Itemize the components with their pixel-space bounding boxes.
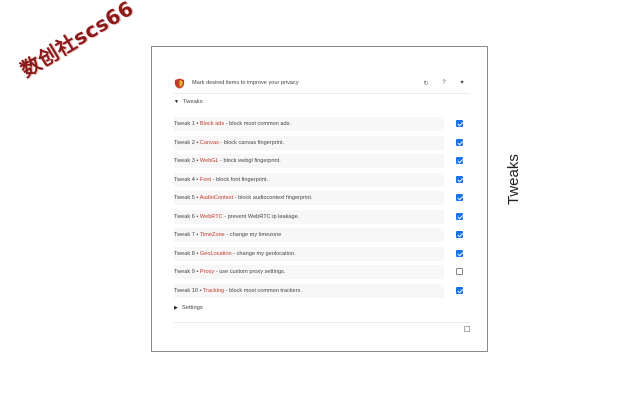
tweak-feature-link[interactable]: Block ads [200, 121, 224, 127]
tweak-checkbox[interactable] [456, 286, 463, 294]
tweak-description: - use custom proxy settings. [214, 269, 286, 276]
tweak-description: - change my timezone [224, 232, 282, 239]
tweak-prefix: Tweak 2 • [174, 139, 200, 146]
tweak-prefix: Tweak 6 • [174, 213, 200, 220]
tweak-prefix: Tweak 5 • [174, 195, 200, 202]
tweak-text: Tweak 5 • AudioContext - block audiocont… [174, 195, 312, 201]
popup-header: Mark desired items to improve your priva… [174, 73, 470, 94]
tweak-row: Tweak 2 • Canvas - block canvas fingerpr… [174, 134, 470, 153]
tweak-checkbox[interactable] [456, 157, 463, 164]
tweak-description: - block font fingerprint. [211, 176, 269, 183]
tweak-text: Tweak 7 • TimeZone - change my timezone [174, 232, 281, 238]
tweak-feature-link[interactable]: AudioContext [200, 195, 234, 201]
tweak-feature-link[interactable]: GeoLocation [200, 251, 232, 257]
tweak-row: Tweak 1 • Block ads - block most common … [174, 115, 470, 134]
tweak-description: - change my geolocation. [231, 250, 296, 257]
tweak-prefix: Tweak 7 • [174, 232, 200, 239]
chevron-right-icon: ▶ [174, 305, 178, 311]
tweak-checkbox[interactable] [456, 175, 463, 183]
tweak-description: - block canvas fingerprint. [218, 139, 285, 146]
tweak-description: - block webgl fingerprint. [218, 158, 281, 165]
shield-logo-icon [174, 77, 185, 89]
tweak-checkbox[interactable] [456, 120, 463, 127]
tweak-description: - prevent WebRTC ip leakage. [222, 213, 300, 220]
tweak-description: - block most common trackers. [224, 287, 302, 294]
header-text: Mark desired items to improve your priva… [192, 80, 299, 86]
tweak-prefix: Tweak 3 • [174, 158, 200, 165]
tweak-text: Tweak 9 • Proxy - use custom proxy setti… [174, 269, 285, 275]
watermark: 数创社scs66 [16, 0, 138, 83]
tweak-prefix: Tweak 9 • [174, 269, 200, 276]
footer-divider [174, 322, 470, 323]
tweak-checkbox[interactable] [456, 231, 463, 238]
extension-popup: Mark desired items to improve your priva… [151, 46, 488, 352]
tweak-row: Tweak 5 • AudioContext - block audiocont… [174, 189, 470, 208]
tweak-feature-link[interactable]: TimeZone [200, 232, 225, 238]
tweak-row: Tweak 9 • Proxy - use custom proxy setti… [174, 263, 470, 282]
tweak-checkbox[interactable] [456, 268, 463, 275]
tweak-checkbox[interactable] [456, 212, 463, 220]
tweak-text: Tweak 10 • Tracking - block most common … [174, 288, 302, 294]
tweak-list: Tweak 1 • Block ads - block most common … [174, 115, 470, 300]
tweak-prefix: Tweak 4 • [174, 176, 200, 183]
tweak-feature-link[interactable]: WebRTC [200, 214, 223, 220]
tweak-prefix: Tweak 1 • [174, 121, 200, 128]
tweak-row: Tweak 4 • Font - block font fingerprint. [174, 171, 470, 190]
tweak-feature-link[interactable]: Canvas [200, 140, 219, 146]
tweak-prefix: Tweak 10 • [174, 287, 203, 294]
tweak-text: Tweak 6 • WebRTC - prevent WebRTC ip lea… [174, 214, 299, 220]
tweak-row: Tweak 8 • GeoLocation - change my geoloc… [174, 245, 470, 264]
tweak-row: Tweak 10 • Tracking - block most common … [174, 282, 470, 301]
tweak-prefix: Tweak 8 • [174, 250, 200, 257]
resize-icon[interactable] [464, 326, 470, 332]
help-icon[interactable]: ? [436, 80, 452, 86]
tweak-row: Tweak 7 • TimeZone - change my timezone [174, 226, 470, 245]
tweak-description: - block audiocontext fingerprint. [233, 195, 313, 202]
tweak-text: Tweak 4 • Font - block font fingerprint. [174, 177, 268, 183]
tweak-checkbox[interactable] [456, 249, 463, 257]
chevron-down-icon: ▼ [174, 99, 179, 105]
tweak-feature-link[interactable]: WebGL [200, 158, 219, 164]
tweak-description: - block most common ads. [224, 121, 292, 128]
reload-icon[interactable]: ↻ [418, 80, 434, 87]
settings-section-toggle[interactable]: ▶ Settings [174, 305, 203, 311]
settings-section-label: Settings [181, 305, 203, 311]
tweaks-section-toggle[interactable]: ▼ Tweaks [174, 99, 203, 105]
tweaks-section-label: Tweaks [182, 99, 203, 105]
tweak-row: Tweak 3 • WebGL - block webgl fingerprin… [174, 152, 470, 171]
tweak-checkbox[interactable] [456, 138, 463, 146]
tweak-row: Tweak 6 • WebRTC - prevent WebRTC ip lea… [174, 208, 470, 227]
tweak-checkbox[interactable] [456, 194, 463, 201]
tweak-text: Tweak 2 • Canvas - block canvas fingerpr… [174, 140, 284, 146]
tweak-feature-link[interactable]: Proxy [200, 269, 214, 275]
side-title: Tweaks [505, 154, 522, 205]
heart-icon[interactable]: ♥ [454, 80, 470, 86]
tweak-feature-link[interactable]: Font [200, 177, 211, 183]
tweak-feature-link[interactable]: Tracking [203, 288, 224, 294]
tweak-text: Tweak 1 • Block ads - block most common … [174, 121, 291, 127]
tweak-text: Tweak 3 • WebGL - block webgl fingerprin… [174, 158, 281, 164]
tweak-text: Tweak 8 • GeoLocation - change my geoloc… [174, 251, 296, 257]
